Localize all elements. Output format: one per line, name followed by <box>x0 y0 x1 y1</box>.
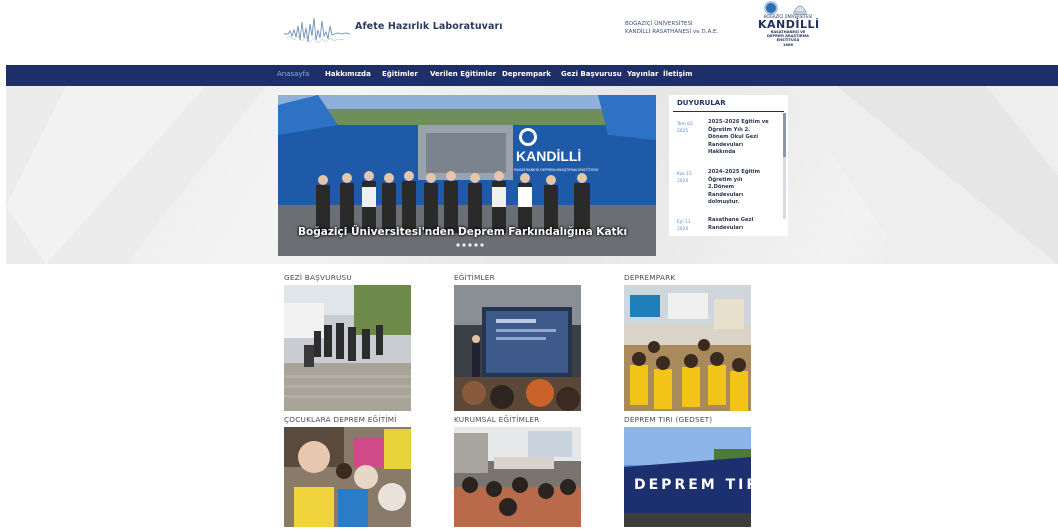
site-header: Afete Hazırlık Laboratuvarı BOĞAZİÇİ ÜNİ… <box>0 0 1058 65</box>
deprempark-photo <box>624 285 751 411</box>
nav-item-yayinlar[interactable]: Yayınlar <box>627 70 658 78</box>
hero-slider[interactable]: KANDİLLİ RASATHANESİ DEPREM ARAŞTIRMA EN… <box>278 95 656 256</box>
announcement-year: 2024 <box>677 227 689 232</box>
logo-main: KANDİLLİ <box>758 18 820 31</box>
announcements-title: DUYURULAR <box>677 99 726 107</box>
card-title-kurumsal[interactable]: KURUMSAL EĞİTİMLER <box>454 415 539 424</box>
kandilli-logo[interactable]: BOĞAZİÇİ ÜNİVERSİTESİ KANDİLLİ RASATHANE… <box>758 14 820 47</box>
card-image-cocuklara[interactable] <box>284 427 411 527</box>
announcement-link[interactable]: 2025–2026 Eğitim ve Öğretim Yılı 2. Döne… <box>708 119 770 157</box>
card-title-gezi[interactable]: GEZİ BAŞVURUSU <box>284 273 352 282</box>
announcement-day: Kas 15 <box>677 172 692 177</box>
card-image-deprempark[interactable] <box>624 285 751 411</box>
card-title-egitimler[interactable]: EĞİTİMLER <box>454 273 495 282</box>
nav-item-anasayfa[interactable]: Anasayfa <box>277 70 309 78</box>
egitimler-photo <box>454 285 581 411</box>
announcement-year: 2024 <box>677 179 689 184</box>
nav-item-verilen-egitimler[interactable]: Verilen Eğitimler <box>430 70 496 78</box>
card-image-gezi[interactable] <box>284 285 411 411</box>
cocuklara-photo <box>284 427 411 527</box>
nav-item-iletisim[interactable]: İletişim <box>663 70 692 78</box>
card-image-deprem-tiri[interactable]: DEPREM TIRI <box>624 427 751 527</box>
kurumsal-photo <box>454 427 581 527</box>
tent-brand-text: KANDİLLİ <box>516 148 581 164</box>
nav-item-deprempark[interactable]: Deprempark <box>502 70 551 78</box>
institution-line-2: KANDİLLİ RASATHANESİ ve D.A.E. <box>625 29 719 35</box>
announcement-date: Eyl 11 2024 <box>677 219 691 233</box>
card-image-kurumsal[interactable] <box>454 427 581 527</box>
announcement-date: Kas 15 2024 <box>677 171 692 185</box>
card-title-cocuklara[interactable]: ÇOCUKLARA DEPREM EĞİTİMİ <box>284 415 397 424</box>
nav-item-egitimler[interactable]: Eğitimler <box>382 70 418 78</box>
institution-line-1: BOĞAZİÇİ ÜNİVERSİTESİ <box>625 21 693 27</box>
site-title[interactable]: Afete Hazırlık Laboratuvarı <box>355 21 503 32</box>
university-seal-icon <box>764 1 778 15</box>
card-title-deprempark[interactable]: DEPREMPARK <box>624 273 675 282</box>
card-title-deprem-tiri[interactable]: DEPREM TIRI (GEDSET) <box>624 415 712 424</box>
seismograph-logo-icon[interactable] <box>284 12 350 48</box>
announcement-year: 2025 <box>677 129 689 134</box>
main-navigation: Anasayfa Hakkımızda Eğitimler Verilen Eğ… <box>6 65 1058 86</box>
truck-text: DEPREM TIRI <box>634 477 751 493</box>
gezi-photo <box>284 285 411 411</box>
announcement-link[interactable]: 2024–2025 Eğitim Öğretim yılı 2.Dönem Ra… <box>708 169 770 207</box>
card-image-egitimler[interactable] <box>454 285 581 411</box>
announcement-date: Tem 02 2025 <box>677 121 693 135</box>
slider-caption[interactable]: Boğaziçi Üniversitesi'nden Deprem Farkın… <box>298 226 627 238</box>
logo-year: 1868 <box>782 42 793 47</box>
deprem-tiri-photo: DEPREM TIRI <box>624 427 751 527</box>
announcement-link[interactable]: Rasathane Gezi Randevuları <box>708 217 770 232</box>
nav-item-hakkimizda[interactable]: Hakkımızda <box>325 70 371 78</box>
announcement-day: Eyl 11 <box>677 220 691 225</box>
nav-item-gezi-basvurusu[interactable]: Gezi Başvurusu <box>561 70 622 78</box>
announcement-day: Tem 02 <box>677 122 693 127</box>
announcements-divider <box>673 111 784 112</box>
announcements-scroll-thumb[interactable] <box>783 113 786 157</box>
announcements-panel: DUYURULAR Tem 02 2025 2025–2026 Eğitim v… <box>669 95 788 236</box>
tent-sub-text: RASATHANESİ DEPREM ARAŞTIRMA ENSTİTÜSÜ <box>514 167 599 172</box>
institution-text: BOĞAZİÇİ ÜNİVERSİTESİ KANDİLLİ RASATHANE… <box>625 20 718 36</box>
